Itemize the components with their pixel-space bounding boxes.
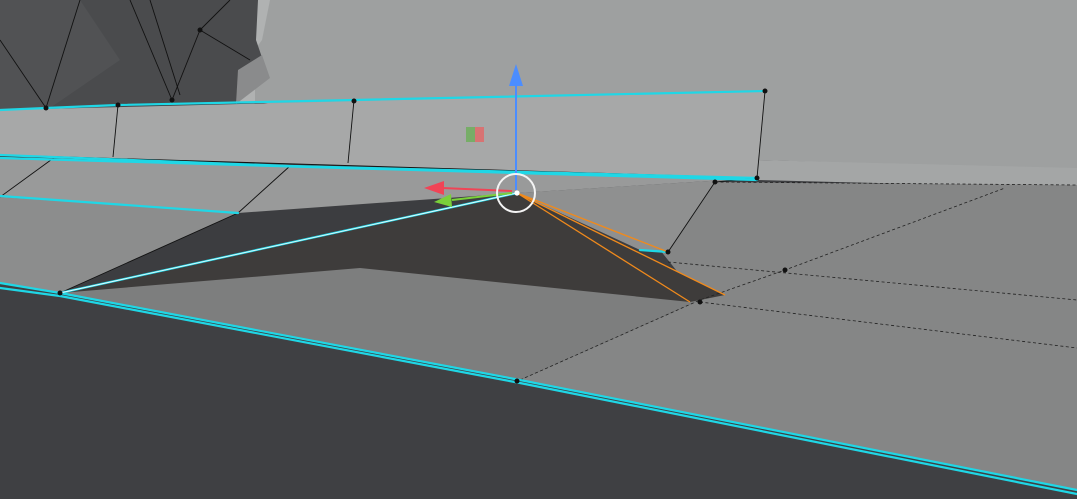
- vertex[interactable]: [782, 267, 788, 273]
- 3d-viewport[interactable]: [0, 0, 1077, 499]
- vertex[interactable]: [351, 98, 357, 104]
- selected-vertex[interactable]: [514, 190, 520, 196]
- vertex[interactable]: [197, 27, 203, 33]
- mesh-canvas[interactable]: [0, 0, 1077, 499]
- vertex[interactable]: [43, 105, 49, 111]
- vertex[interactable]: [665, 249, 671, 255]
- vertex[interactable]: [754, 175, 760, 181]
- vertex[interactable]: [169, 97, 175, 103]
- vertex[interactable]: [697, 299, 703, 305]
- vertex[interactable]: [514, 378, 520, 384]
- vertex[interactable]: [762, 88, 768, 94]
- vertex[interactable]: [712, 179, 718, 185]
- vertex[interactable]: [115, 102, 121, 108]
- plane-handle-icon[interactable]: [466, 127, 484, 142]
- vertex[interactable]: [57, 290, 63, 296]
